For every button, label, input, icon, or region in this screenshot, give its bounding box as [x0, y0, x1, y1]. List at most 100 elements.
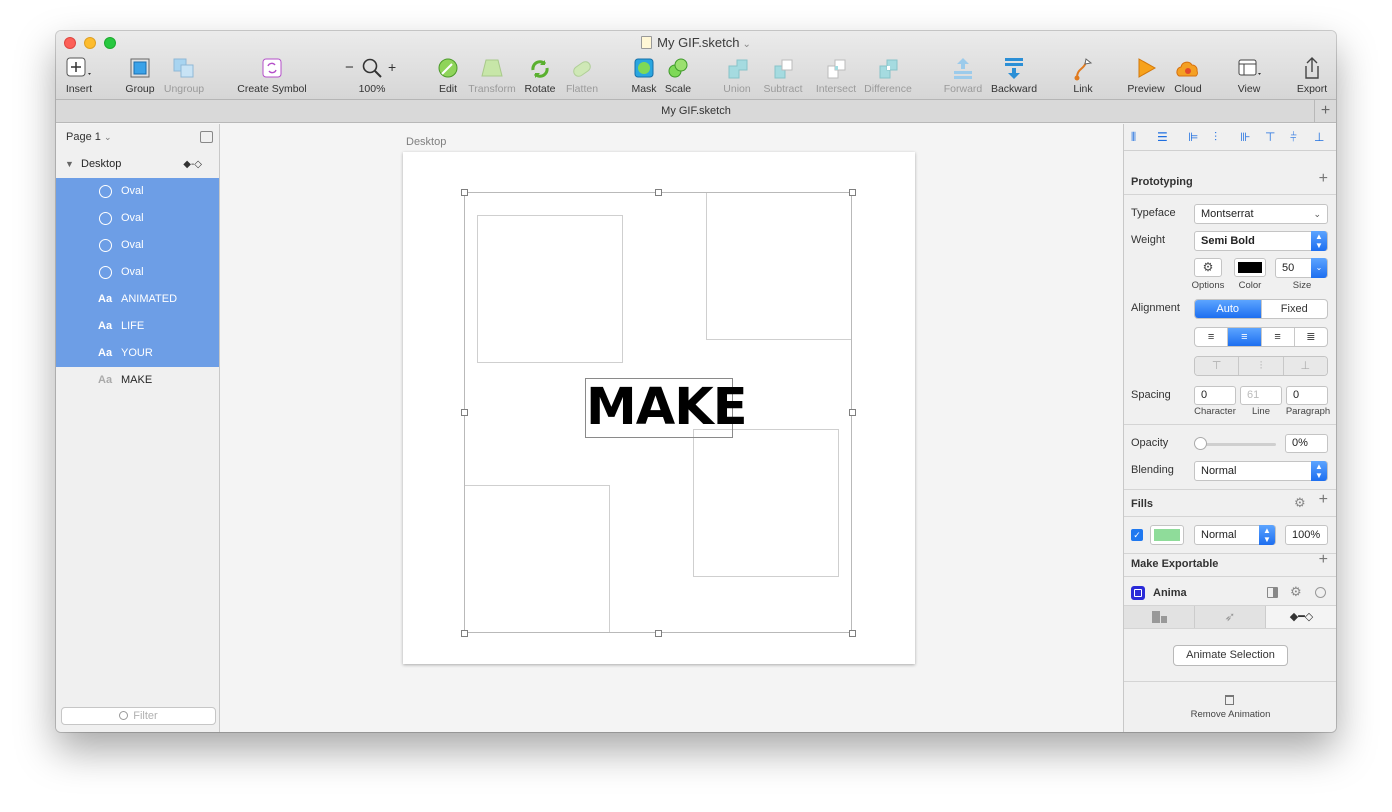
cloud-button[interactable]: Cloud — [1170, 56, 1206, 95]
anima-status-icon[interactable] — [1315, 587, 1326, 598]
new-tab-button[interactable]: + — [1314, 100, 1336, 122]
align-right-icon[interactable]: ⊪ — [1240, 130, 1250, 144]
vertical-align-middle-icon[interactable]: ⫶ — [1239, 357, 1284, 375]
backward-button[interactable]: Backward — [989, 56, 1039, 95]
font-size-input[interactable]: 50 ⌄ — [1275, 258, 1328, 278]
rotate-button[interactable]: Rotate — [523, 56, 557, 95]
text-options-button[interactable]: ⚙ — [1194, 258, 1222, 277]
page-selector[interactable]: Page 1 ⌄ — [56, 124, 219, 151]
zoom-out-button[interactable]: − — [345, 59, 354, 76]
align-top-icon[interactable]: ⊤ — [1265, 130, 1275, 144]
layer-item[interactable]: Aa YOUR — [56, 340, 219, 367]
insert-button[interactable]: Insert — [62, 56, 96, 95]
weight-select[interactable]: Semi Bold ▲ ▼ — [1194, 231, 1328, 251]
opacity-slider-knob[interactable] — [1194, 437, 1207, 450]
resize-handle[interactable] — [461, 189, 468, 196]
transform-button[interactable]: Transform — [466, 56, 518, 95]
forward-button[interactable]: Forward — [942, 56, 984, 95]
auto-width-option[interactable]: Auto — [1195, 300, 1262, 318]
layer-group-desktop[interactable]: ▼ Desktop ◆‑◇ — [56, 151, 219, 178]
resize-handle[interactable] — [461, 409, 468, 416]
text-color-well[interactable] — [1234, 258, 1266, 277]
group-button[interactable]: Group — [123, 56, 157, 95]
align-center-icon[interactable]: ⫶ — [1214, 130, 1217, 145]
fill-color-well[interactable] — [1150, 525, 1184, 545]
rocket-tab-icon[interactable]: ➶ — [1195, 606, 1266, 628]
difference-button[interactable]: Difference — [860, 56, 916, 95]
make-text-layer[interactable]: MAKE — [585, 378, 748, 438]
intersect-button[interactable]: Intersect — [811, 56, 861, 95]
text-align-right-icon[interactable]: ≡ — [1262, 328, 1295, 346]
vertical-align-top-icon[interactable]: ⊤ — [1195, 357, 1240, 375]
layer-filter-input[interactable]: Filter — [61, 707, 216, 725]
weight-label: Weight — [1131, 234, 1166, 246]
vertical-align-bottom-icon[interactable]: ⊥ — [1283, 357, 1327, 375]
fill-enabled-checkbox[interactable]: ✓ — [1131, 529, 1143, 541]
text-align-left-icon[interactable]: ≡ — [1195, 328, 1229, 346]
typeface-select[interactable]: Montserrat ⌄ — [1194, 204, 1328, 224]
resize-handle[interactable] — [655, 189, 662, 196]
add-export-button[interactable]: + — [1319, 551, 1328, 569]
add-fill-button[interactable]: + — [1319, 491, 1328, 509]
animate-selection-button[interactable]: Animate Selection — [1173, 645, 1288, 666]
zoom-in-button[interactable]: + — [388, 59, 396, 75]
text-align-center-icon[interactable]: ≡ — [1228, 328, 1262, 346]
animation-tab-icon[interactable]: ◆━◇ — [1266, 606, 1336, 628]
subtract-button[interactable]: Subtract — [759, 56, 807, 95]
fill-opacity-input[interactable]: 100% — [1285, 525, 1328, 545]
align-middle-icon[interactable]: ⫩ — [1290, 130, 1297, 145]
opacity-slider[interactable] — [1196, 443, 1276, 446]
fills-settings-gear-icon[interactable]: ⚙ — [1294, 495, 1306, 511]
opacity-input[interactable]: 0% — [1285, 434, 1328, 453]
fill-blend-select[interactable]: Normal ▲ ▼ — [1194, 525, 1276, 545]
pages-toggle-icon[interactable] — [200, 131, 213, 143]
align-left-icon[interactable]: ⊫ — [1188, 130, 1198, 144]
align-bottom-icon[interactable]: ⊥ — [1314, 130, 1324, 144]
layer-item[interactable]: Oval — [56, 232, 219, 259]
layer-item[interactable]: Aa LIFE — [56, 313, 219, 340]
export-button[interactable]: Export — [1294, 56, 1330, 95]
ungroup-button[interactable]: Ungroup — [162, 56, 206, 95]
union-button[interactable]: Union — [719, 56, 755, 95]
line-height-input[interactable]: 61 — [1240, 386, 1282, 405]
text-align-justify-icon[interactable]: ≣ — [1295, 328, 1327, 346]
mask-button[interactable]: Mask — [629, 56, 659, 95]
resize-handle[interactable] — [849, 630, 856, 637]
document-tab[interactable]: My GIF.sketch + — [56, 100, 1336, 123]
layout-tab-icon[interactable] — [1124, 606, 1195, 628]
remove-animation-button[interactable]: Remove Animation — [1124, 709, 1336, 720]
scale-button[interactable]: Scale — [662, 56, 694, 95]
trash-icon[interactable] — [1225, 695, 1234, 705]
layer-item[interactable]: Aa MAKE — [56, 367, 219, 394]
layer-item[interactable]: Aa ANIMATED — [56, 286, 219, 313]
paragraph-spacing-input[interactable]: 0 — [1286, 386, 1328, 405]
canvas[interactable]: Desktop MAKE — [221, 124, 1122, 732]
window-title[interactable]: My GIF.sketch ⌄ — [56, 35, 1336, 50]
layer-item[interactable]: Oval — [56, 178, 219, 205]
resize-handle[interactable] — [849, 409, 856, 416]
resize-handle[interactable] — [655, 630, 662, 637]
disclosure-triangle-icon[interactable]: ▼ — [65, 151, 74, 178]
panel-toggle-icon[interactable] — [1267, 587, 1278, 598]
layer-item[interactable]: Oval — [56, 205, 219, 232]
resize-handle[interactable] — [461, 630, 468, 637]
blending-select[interactable]: Normal ▲ ▼ — [1194, 461, 1328, 481]
character-spacing-input[interactable]: 0 — [1194, 386, 1236, 405]
zoom-control[interactable]: − + 100% — [342, 56, 402, 95]
distribute-horizontal-icon[interactable]: ⫴ — [1131, 130, 1136, 145]
layer-item[interactable]: Oval — [56, 259, 219, 286]
edit-button[interactable]: Edit — [433, 56, 463, 95]
flatten-button[interactable]: Flatten — [562, 56, 602, 95]
preview-button[interactable]: Preview — [1126, 56, 1166, 95]
add-prototyping-button[interactable]: + — [1319, 170, 1328, 188]
view-button[interactable]: View — [1232, 56, 1266, 95]
link-button[interactable]: Link — [1068, 56, 1098, 95]
create-symbol-button[interactable]: Create Symbol — [234, 56, 310, 95]
fixed-width-option[interactable]: Fixed — [1262, 300, 1328, 318]
resize-handle[interactable] — [849, 189, 856, 196]
chevron-down-icon: ⌄ — [742, 39, 751, 50]
distribute-vertical-icon[interactable]: ☰ — [1157, 130, 1168, 144]
artboard-desktop[interactable]: MAKE — [403, 152, 915, 664]
anima-settings-gear-icon[interactable]: ⚙ — [1290, 584, 1302, 600]
artboard-label[interactable]: Desktop — [406, 136, 446, 148]
